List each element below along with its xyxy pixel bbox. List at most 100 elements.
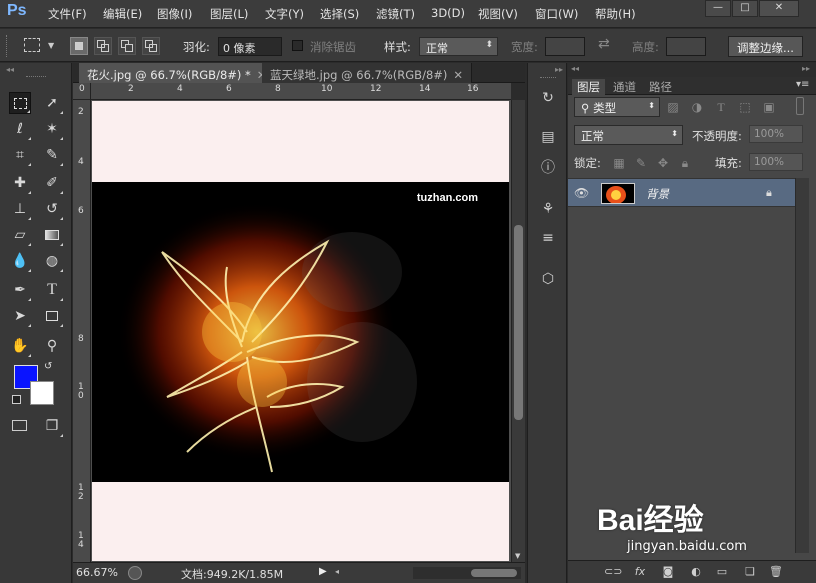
eye-icon[interactable]: 👁︎ xyxy=(574,186,589,200)
menu-image[interactable]: 图像(I) xyxy=(157,6,192,22)
lasso-tool-icon[interactable]: ℓ xyxy=(9,118,31,140)
filter-shape-icon[interactable]: ⬚ xyxy=(738,100,752,114)
menu-type[interactable]: 文字(Y) xyxy=(265,6,304,22)
fill-input[interactable]: 100% xyxy=(749,153,803,171)
screen-mode-icon[interactable]: ❐ xyxy=(41,415,63,437)
brush-panel-icon[interactable]: ⚘ xyxy=(538,199,558,219)
new-selection-icon[interactable] xyxy=(70,37,88,55)
swap-dimensions-icon[interactable]: ⇄ xyxy=(598,36,610,52)
rectangle-tool-icon[interactable] xyxy=(41,305,63,327)
menu-help[interactable]: 帮助(H) xyxy=(595,6,636,22)
history-brush-tool-icon[interactable]: ↺ xyxy=(41,198,63,220)
move-tool-icon[interactable]: ➚ xyxy=(41,92,63,114)
menu-filter[interactable]: 滤镜(T) xyxy=(376,6,415,22)
zoom-level[interactable]: 66.67% xyxy=(76,566,118,579)
canvas-area[interactable]: tuzhan.com xyxy=(91,100,511,562)
height-input[interactable] xyxy=(666,37,706,56)
crop-tool-icon[interactable]: ⌗ xyxy=(9,144,31,166)
layer-row-background[interactable]: 👁︎ 背景 🔒︎ xyxy=(568,178,795,207)
tab-paths[interactable]: 路径 xyxy=(644,79,677,95)
refine-edge-button[interactable]: 调整边缘... xyxy=(728,36,803,57)
hand-tool-icon[interactable]: ✋ xyxy=(9,335,31,357)
menu-edit[interactable]: 编辑(E) xyxy=(103,6,142,22)
lock-image-icon[interactable]: ✎ xyxy=(634,156,648,170)
minimize-button[interactable]: — xyxy=(705,0,731,17)
close-tab-icon[interactable]: ✕ xyxy=(453,68,463,82)
subtract-from-selection-icon[interactable] xyxy=(118,37,136,55)
maximize-button[interactable]: □ xyxy=(732,0,758,17)
close-button[interactable]: ✕ xyxy=(759,0,799,17)
vertical-ruler[interactable]: 2 4 6 8 1 0 1 2 1 4 xyxy=(73,100,91,562)
blend-mode-select[interactable]: 正常 ⬍ xyxy=(574,125,683,145)
menu-3d[interactable]: 3D(D) xyxy=(431,6,465,20)
status-options-icon[interactable] xyxy=(128,566,142,580)
lock-all-icon[interactable]: 🔒︎ xyxy=(678,156,692,170)
layers-scrollbar[interactable] xyxy=(795,178,809,553)
history-panel-icon[interactable]: ↻ xyxy=(538,88,558,108)
collapse-tools-icon[interactable]: ◂◂ xyxy=(6,65,14,74)
menu-select[interactable]: 选择(S) xyxy=(320,6,359,22)
filter-smart-object-icon[interactable]: ▣ xyxy=(762,100,776,114)
filter-adjustment-icon[interactable]: ◑ xyxy=(690,100,704,114)
filter-type-icon[interactable]: T xyxy=(714,100,728,114)
lock-transparent-icon[interactable]: ▦ xyxy=(612,156,626,170)
3d-panel-icon[interactable]: ⬡ xyxy=(538,269,558,289)
marquee-preset-icon[interactable] xyxy=(24,38,40,52)
gradient-tool-icon[interactable] xyxy=(41,224,63,246)
blur-tool-icon[interactable]: 💧 xyxy=(9,250,31,272)
filter-pixel-icon[interactable]: ▨ xyxy=(666,100,680,114)
expand-panel-icon[interactable]: ◂◂ xyxy=(571,64,579,73)
feather-input[interactable]: 0 像素 xyxy=(218,37,282,56)
antialias-checkbox[interactable] xyxy=(292,40,303,51)
filter-toggle[interactable] xyxy=(796,97,804,115)
eraser-tool-icon[interactable]: ▱ xyxy=(9,224,31,246)
zoom-tool-icon[interactable]: ⚲ xyxy=(41,335,63,357)
properties-panel-icon[interactable]: ▤ xyxy=(538,127,558,147)
lock-position-icon[interactable]: ✥ xyxy=(656,156,670,170)
menu-file[interactable]: 文件(F) xyxy=(48,6,87,22)
swap-colors-icon[interactable]: ↺ xyxy=(44,361,52,372)
adjustments-panel-icon[interactable]: ≡ xyxy=(538,228,558,248)
vertical-scrollbar[interactable]: ▼ xyxy=(511,100,525,562)
info-panel-icon[interactable]: ⓘ xyxy=(538,158,558,178)
quick-mask-icon[interactable] xyxy=(9,415,31,437)
default-colors-icon[interactable] xyxy=(12,395,21,404)
pen-tool-icon[interactable]: ✒ xyxy=(9,279,31,301)
magic-wand-tool-icon[interactable]: ✶ xyxy=(41,118,63,140)
tab-channels[interactable]: 通道 xyxy=(608,79,641,95)
clone-stamp-tool-icon[interactable]: ⊥ xyxy=(9,198,31,220)
horizontal-ruler[interactable]: 0 2 4 6 8 10 12 14 16 xyxy=(79,83,511,100)
layer-name[interactable]: 背景 xyxy=(646,186,669,202)
sponge-tool-icon[interactable]: ◍ xyxy=(41,250,63,272)
menu-layer[interactable]: 图层(L) xyxy=(210,6,248,22)
rect-marquee-tool-icon[interactable] xyxy=(9,92,31,114)
healing-brush-tool-icon[interactable]: ✚ xyxy=(9,172,31,194)
brush-tool-icon[interactable]: ✐ xyxy=(41,172,63,194)
add-to-selection-icon[interactable] xyxy=(94,37,112,55)
scroll-left-icon[interactable]: ◂ xyxy=(335,567,339,576)
status-menu-arrow-icon[interactable]: ▶ xyxy=(319,566,327,577)
type-tool-icon[interactable]: T xyxy=(41,279,63,301)
horizontal-scrollbar[interactable] xyxy=(413,567,521,579)
tab-huahuo[interactable]: 花火.jpg @ 66.7%(RGB/8#) *✕ xyxy=(79,63,276,83)
menu-window[interactable]: 窗口(W) xyxy=(535,6,578,22)
tab-lantian[interactable]: 蓝天绿地.jpg @ 66.7%(RGB/8#) ✕ xyxy=(262,63,473,83)
menu-view[interactable]: 视图(V) xyxy=(478,6,518,22)
height-label: 高度: xyxy=(632,40,659,54)
intersect-selection-icon[interactable] xyxy=(142,37,160,55)
scroll-thumb[interactable] xyxy=(514,225,523,420)
panel-menu-icon[interactable]: ▾≡ xyxy=(796,79,809,90)
scroll-thumb[interactable] xyxy=(471,569,517,577)
preset-chevron-icon[interactable]: ▼ xyxy=(48,41,54,50)
background-color-swatch[interactable] xyxy=(30,381,54,405)
width-input[interactable] xyxy=(545,37,585,56)
collapse-dock-icon[interactable]: ▸▸ xyxy=(555,65,563,74)
collapse-panel-icon[interactable]: ▸▸ xyxy=(802,64,810,73)
opacity-input[interactable]: 100% xyxy=(749,125,803,143)
eyedropper-tool-icon[interactable]: ✎ xyxy=(41,144,63,166)
style-select[interactable]: 正常 xyxy=(419,37,498,56)
layer-filter-select[interactable]: ⚲ 类型 ⬍ xyxy=(574,97,660,117)
path-selection-tool-icon[interactable]: ➤ xyxy=(9,305,31,327)
tab-layers[interactable]: 图层 xyxy=(572,79,605,95)
scroll-down-icon[interactable]: ▼ xyxy=(515,552,520,560)
